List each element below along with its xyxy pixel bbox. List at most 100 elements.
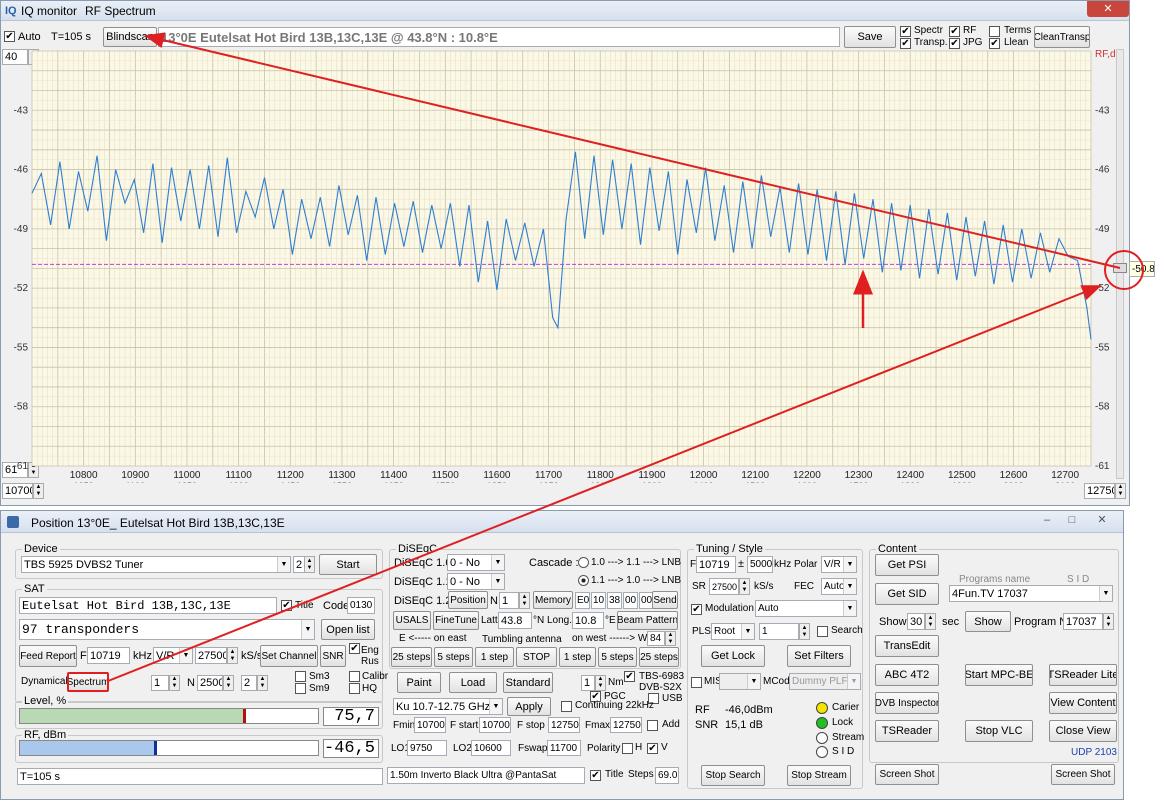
calibr-checkbox[interactable] <box>349 671 360 682</box>
hex-field-4[interactable]: 00 <box>623 592 638 609</box>
set-filters-button[interactable]: Set Filters <box>787 645 851 667</box>
modulation-checkbox[interactable]: ✔ <box>691 604 702 615</box>
show-button[interactable]: Show <box>965 611 1011 632</box>
hex-field-3[interactable]: 38 <box>607 592 622 609</box>
minimize-icon[interactable]: – <box>1041 514 1053 526</box>
snr-button[interactable]: SNR <box>320 645 346 667</box>
h-checkbox[interactable] <box>622 743 633 754</box>
device-select[interactable]: TBS 5925 DVBS2 Tuner ▼ <box>21 556 291 573</box>
x-max-spinner[interactable]: ▲ ▼ <box>1115 483 1126 499</box>
get-psi-button[interactable]: Get PSI <box>875 554 939 576</box>
tuning-sr-field[interactable]: 27500 <box>709 578 739 595</box>
symbol-rate-field[interactable]: 27500 <box>195 647 227 664</box>
mis-select[interactable]: ▼ <box>719 673 761 690</box>
program-number-spinner[interactable]: ▲ ▼ <box>1103 613 1114 630</box>
paint-button[interactable]: Paint <box>397 672 441 693</box>
program-select[interactable]: 4Fun.TV 17037 ▼ <box>949 585 1113 602</box>
device-num-spinner[interactable]: ▲ ▼ <box>304 556 315 573</box>
fmin-field[interactable]: 10700 <box>414 717 446 733</box>
pls-number-field[interactable]: 1 <box>759 623 799 640</box>
close-icon[interactable]: ✕ <box>1096 514 1108 526</box>
tsreader-button[interactable]: TSReader <box>875 720 939 742</box>
tuning-span-field[interactable]: 5000 <box>747 556 773 573</box>
fec-select[interactable]: Auto ▼ <box>821 578 857 595</box>
usals-button[interactable]: USALS <box>393 611 431 630</box>
load-button[interactable]: Load <box>449 672 497 693</box>
send-button[interactable]: Send <box>652 591 678 609</box>
sm9-checkbox[interactable] <box>295 683 306 694</box>
lo2-field[interactable]: 10600 <box>471 740 511 756</box>
view-content-button[interactable]: View Content <box>1049 692 1117 714</box>
rf-checkbox[interactable]: ✔ <box>949 26 960 37</box>
hq-checkbox[interactable] <box>349 683 360 694</box>
close-view-button[interactable]: Close View <box>1049 720 1117 742</box>
lo1-field[interactable]: 9750 <box>407 740 447 756</box>
memory-button[interactable]: Memory <box>533 591 573 609</box>
tab-rf-spectrum[interactable]: RF Spectrum <box>85 4 156 18</box>
save-button[interactable]: Save <box>844 26 896 48</box>
nm-field[interactable]: 1 <box>581 675 595 691</box>
pls-spinner[interactable]: ▲ ▼ <box>799 623 810 640</box>
w-spinner[interactable]: ▲ ▼ <box>665 631 676 646</box>
get-sid-button[interactable]: Get SID <box>875 583 939 605</box>
n1-field[interactable]: 1 <box>151 675 169 691</box>
east-25-steps-button[interactable]: 25 steps <box>391 647 432 667</box>
west-1-step-button[interactable]: 1 step <box>559 647 596 667</box>
screenshot-button-right[interactable]: Screen Shot <box>1051 764 1115 785</box>
start-mpc-be-button[interactable]: Start MPC-BE <box>965 664 1033 686</box>
cascade2-radio[interactable] <box>578 575 589 586</box>
v-checkbox[interactable]: ✔ <box>647 743 658 754</box>
fswap-field[interactable]: 11700 <box>547 740 581 756</box>
program-number-field[interactable]: 17037 <box>1063 613 1103 630</box>
spectrum-button[interactable]: Spectrum <box>67 672 109 692</box>
n3-spinner[interactable]: ▲ ▼ <box>257 675 268 691</box>
pls-select[interactable]: Root ▼ <box>711 623 755 640</box>
x-max-field[interactable]: 12750 <box>1084 483 1115 499</box>
hex-field-2[interactable]: 10 <box>591 592 606 609</box>
sm3-checkbox[interactable] <box>295 671 306 682</box>
plf-select[interactable]: Dummy PLF ▼ <box>789 673 861 690</box>
transponders-select[interactable]: 97 transponders ▼ <box>19 619 315 640</box>
steps-field[interactable]: 69.0 <box>655 767 679 784</box>
feed-report-button[interactable]: Feed Report <box>19 645 77 667</box>
level-slider-thumb[interactable] <box>1113 263 1127 273</box>
x-min-spinner[interactable]: ▲ ▼ <box>33 483 44 499</box>
beam-pattern-button[interactable]: Beam Pattern <box>617 611 678 630</box>
screenshot-button-left[interactable]: Screen Shot <box>875 764 939 785</box>
tab-iq-monitor[interactable]: IQ monitor <box>21 4 77 18</box>
fstart-field[interactable]: 10700 <box>479 717 511 733</box>
fmax-field[interactable]: 12750 <box>610 717 642 733</box>
auto-checkbox[interactable]: ✔ <box>4 31 15 42</box>
transedit-button[interactable]: TransEdit <box>875 635 939 657</box>
n1-spinner[interactable]: ▲ ▼ <box>169 675 180 691</box>
east-1-step-button[interactable]: 1 step <box>475 647 514 667</box>
cascade1-radio[interactable] <box>578 557 589 568</box>
maximize-icon[interactable]: □ <box>1066 514 1078 526</box>
polar-select[interactable]: V/R ▼ <box>153 647 193 664</box>
nm-spinner[interactable]: ▲ ▼ <box>595 675 606 691</box>
diseqc10-select[interactable]: 0 - No ▼ <box>447 554 505 571</box>
mis-checkbox[interactable] <box>691 677 702 688</box>
stop-search-button[interactable]: Stop Search <box>701 765 765 786</box>
n2-spinner[interactable]: ▲ ▼ <box>223 675 234 691</box>
spectr-checkbox[interactable]: ✔ <box>900 26 911 37</box>
hex-field-1[interactable]: E0 <box>575 592 590 609</box>
west-25-steps-button[interactable]: 25 steps <box>639 647 679 667</box>
open-list-button[interactable]: Open list <box>321 619 375 640</box>
dvb-inspector-button[interactable]: DVB Inspector <box>875 692 939 714</box>
tuning-frequency-field[interactable]: 10719 <box>696 556 736 573</box>
blindscan-button[interactable]: Blindscan <box>103 27 157 47</box>
code-field[interactable]: 0130 <box>347 597 375 614</box>
stop-motor-button[interactable]: STOP <box>516 647 557 667</box>
clean-transp-button[interactable]: CleanTransp <box>1034 26 1090 48</box>
west-5-steps-button[interactable]: 5 steps <box>598 647 637 667</box>
eng-checkbox[interactable]: ✔ <box>349 643 360 654</box>
continuing-checkbox[interactable] <box>561 701 572 712</box>
stop-stream-button[interactable]: Stop Stream <box>787 765 851 786</box>
tuning-polar-select[interactable]: V/R ▼ <box>821 556 857 573</box>
tsreader-lite-button[interactable]: TSReader Lite <box>1049 664 1117 686</box>
n3-field[interactable]: 2 <box>241 675 257 691</box>
sr-spinner[interactable]: ▲ ▼ <box>227 647 238 664</box>
stop-vlc-button[interactable]: Stop VLC <box>965 720 1033 742</box>
n2-field[interactable]: 2500 <box>197 675 223 691</box>
